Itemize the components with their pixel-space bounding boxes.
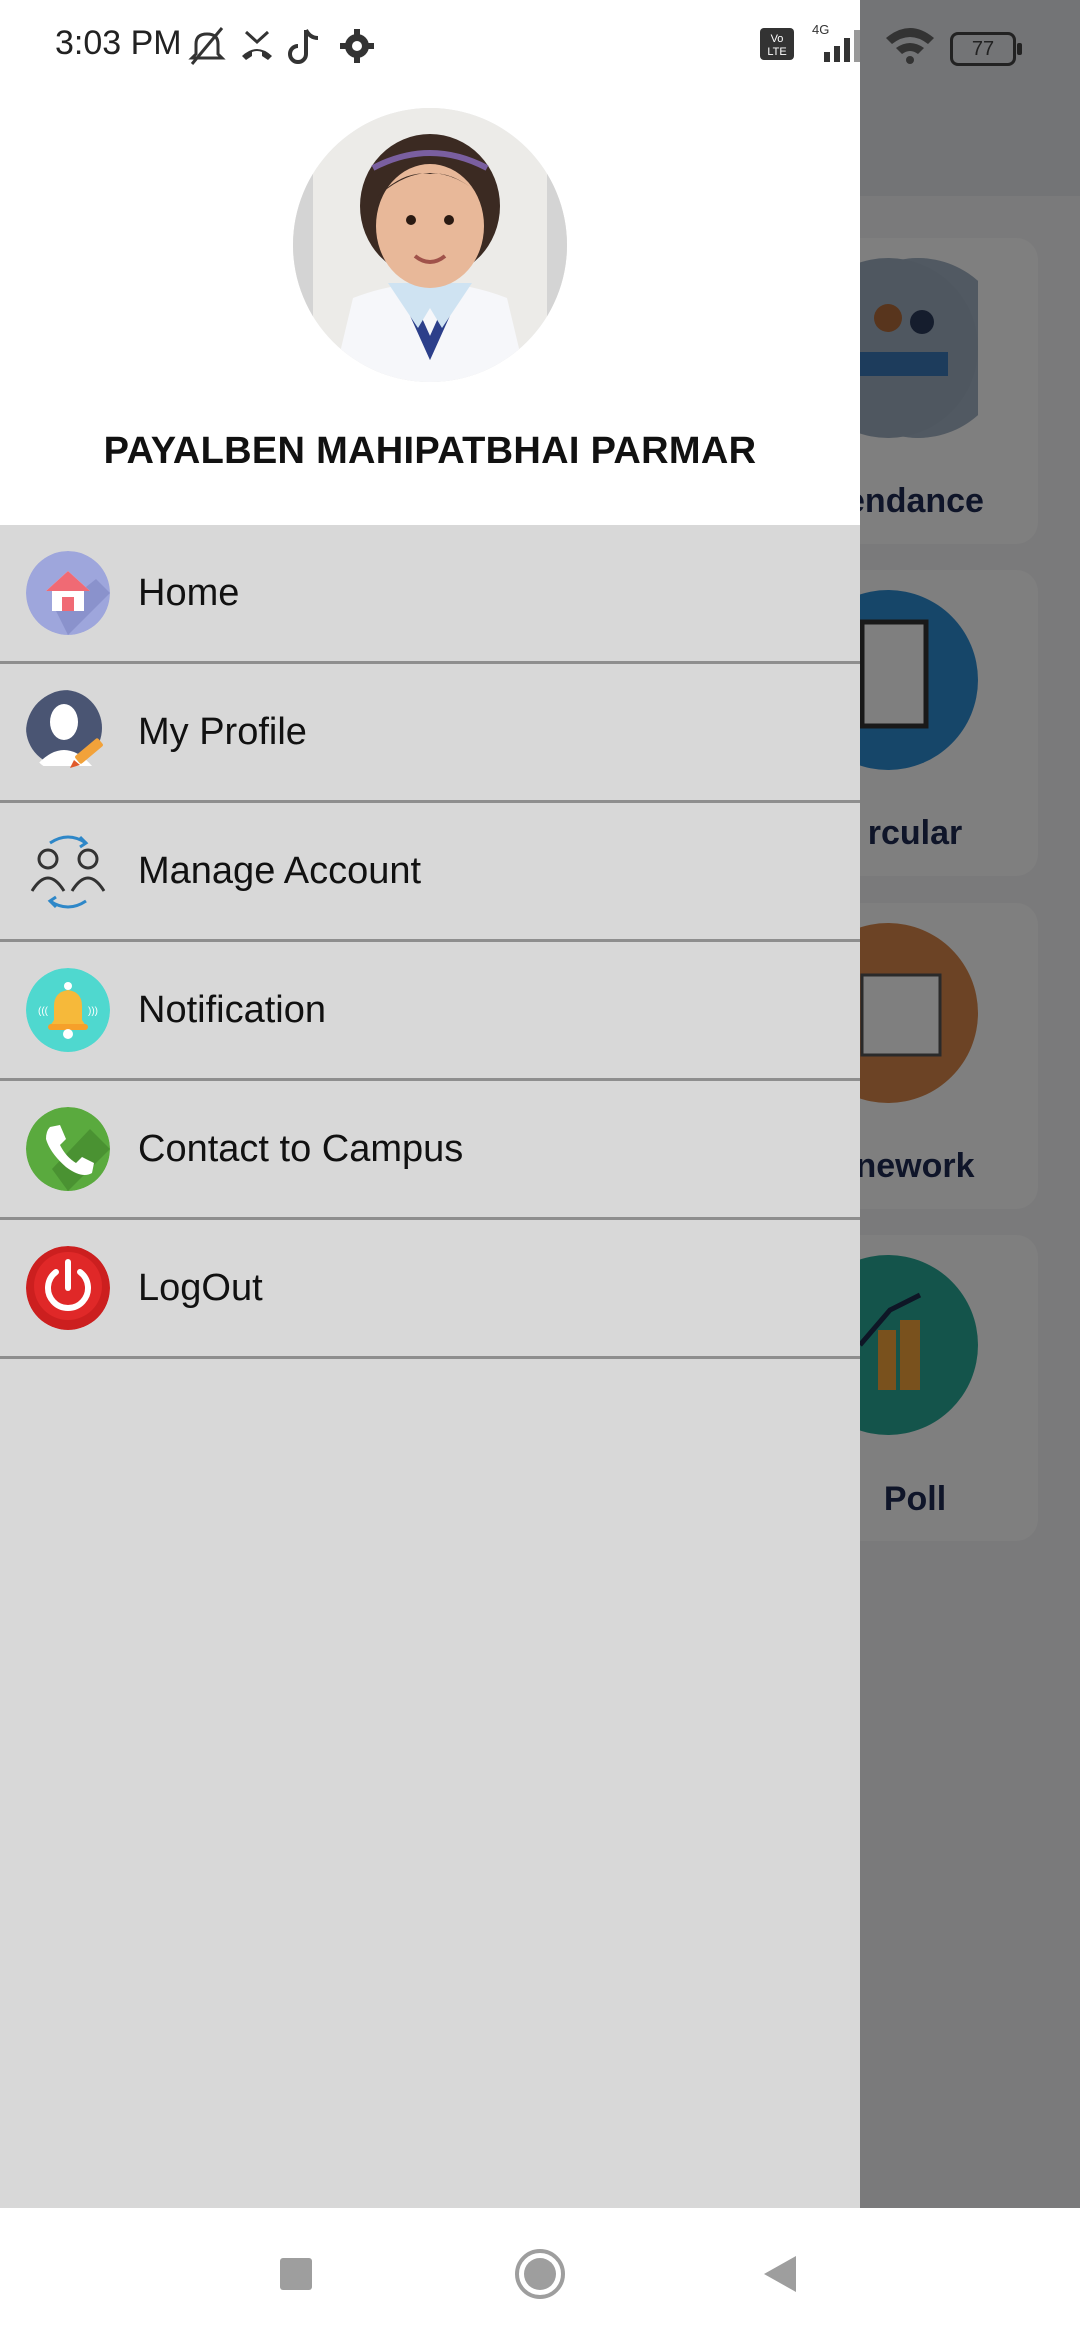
home-button[interactable] <box>514 2248 566 2305</box>
menu-item-label: Contact to Campus <box>138 1128 464 1170</box>
network-type: 4G <box>812 22 829 37</box>
menu-item-logout[interactable]: LogOut <box>0 1220 860 1359</box>
avatar[interactable] <box>293 108 567 382</box>
phone-icon <box>26 1107 110 1191</box>
menu-item-manage-account[interactable]: Manage Account <box>0 803 860 942</box>
menu-item-my-profile[interactable]: My Profile <box>0 664 860 803</box>
settings-gear-icon <box>338 26 376 71</box>
menu-item-home[interactable]: Home <box>0 525 860 664</box>
menu-item-label: Home <box>138 572 240 614</box>
menu-item-contact-to-campus[interactable]: Contact to Campus <box>0 1081 860 1220</box>
wifi-icon <box>884 26 936 71</box>
signal-icon: 4G <box>804 22 870 71</box>
menu-item-label: My Profile <box>138 711 307 753</box>
manage-account-icon <box>26 829 110 913</box>
menu-item-label: LogOut <box>138 1267 263 1309</box>
profile-icon <box>26 690 110 774</box>
menu-item-notification[interactable]: ((( ))) Notification <box>0 942 860 1081</box>
tiktok-icon <box>288 26 324 71</box>
recents-button[interactable] <box>278 2256 314 2297</box>
drawer-menu: Home My Profile Manage Account ((())) N… <box>0 525 860 1359</box>
status-bar: 3:03 PM Vo LTE 4G 77 <box>0 0 1080 95</box>
svg-text:(((: ((( <box>38 1006 49 1017</box>
missed-call-icon <box>238 26 276 71</box>
svg-text:))): ))) <box>88 1006 98 1017</box>
battery-icon: 77 <box>950 32 1022 66</box>
menu-item-label: Manage Account <box>138 850 422 892</box>
bell-icon: ((( ))) <box>26 968 110 1052</box>
system-nav-bar <box>0 2208 1080 2340</box>
user-name: PAYALBEN MAHIPATBHAI PARMAR <box>103 430 757 472</box>
profile-photo <box>293 108 567 382</box>
svg-text:LTE: LTE <box>767 46 786 58</box>
status-time: 3:03 PM <box>55 24 182 62</box>
mute-icon <box>188 26 226 71</box>
volte-icon: Vo LTE <box>760 26 794 67</box>
power-icon <box>26 1246 110 1330</box>
navigation-drawer: PAYALBEN MAHIPATBHAI PARMAR Home My Prof… <box>0 0 860 2208</box>
back-button[interactable] <box>762 2254 798 2299</box>
home-icon <box>26 551 110 635</box>
svg-text:Vo: Vo <box>771 33 784 45</box>
menu-item-label: Notification <box>138 989 326 1031</box>
